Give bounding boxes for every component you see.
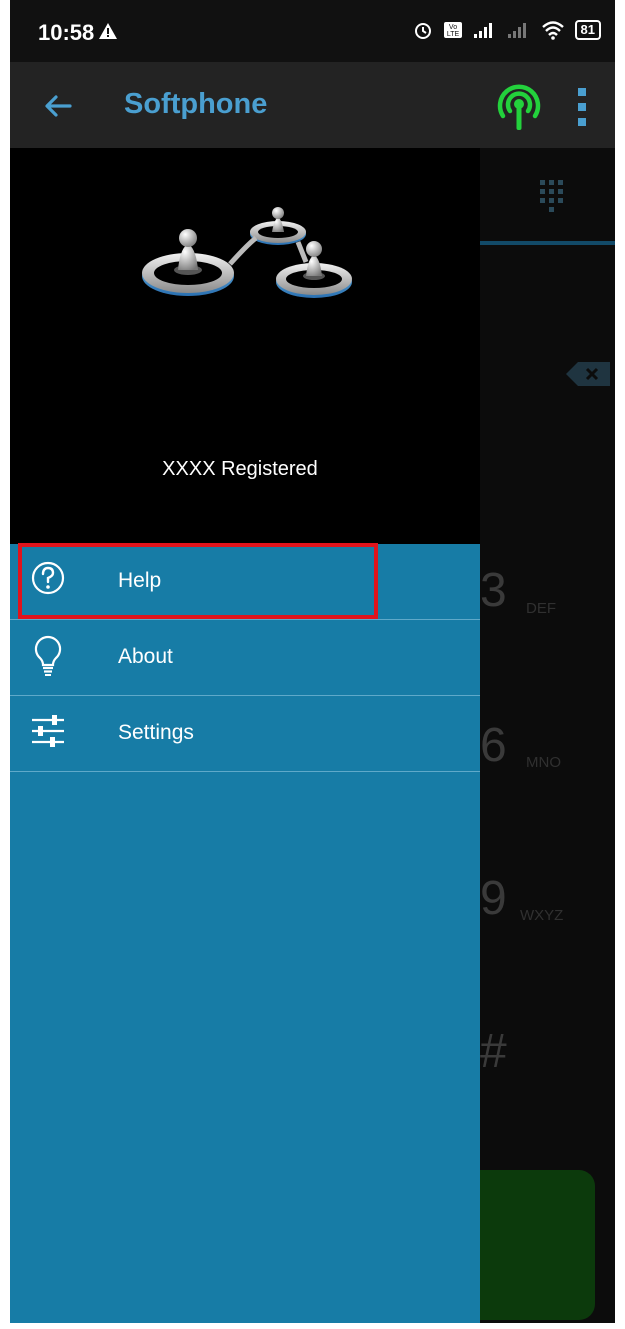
drawer-item-settings[interactable]: Settings [10,696,480,772]
registration-signal-icon[interactable] [492,80,546,134]
app-screen: 10:58 Vo LTE 81 Softphone 3 DEF 6 MNO 9 … [10,0,615,1323]
registration-status: XXXX Registered [162,458,318,480]
drawer-item-about[interactable]: About [10,620,480,696]
status-time: 10:58 [38,20,95,45]
drawer-header: XXXX Registered [10,148,480,544]
dial-key-9-digit: 9 [480,872,507,925]
dial-key-3-letters: DEF [526,600,556,617]
alarm-icon [414,23,431,39]
navigation-drawer: XXXX Registered Help About Settings [10,148,480,1323]
status-bar: 10:58 Vo LTE 81 [10,0,615,62]
app-title: Softphone [124,88,268,120]
overflow-menu-icon[interactable] [570,84,596,130]
volte-icon: Vo LTE [443,22,462,38]
dialpad-tab-indicator [480,241,615,245]
app-logo [142,207,352,298]
status-icons: Vo LTE 81 [413,20,601,40]
lightbulb-icon [34,635,62,676]
cell-signal-2-icon [507,23,526,38]
back-arrow-icon[interactable] [38,86,78,126]
call-button [480,1170,595,1320]
dial-key-6-letters: MNO [526,754,561,771]
drawer-item-about-label: About [118,645,173,668]
cell-signal-icon [473,23,492,38]
sliders-icon [32,715,64,747]
app-bar: Softphone [10,62,615,148]
dial-key-hash-digit: # [480,1025,507,1078]
warning-icon [99,23,117,39]
dialer-background: 3 DEF 6 MNO 9 WXYZ # [480,148,615,1323]
dial-key-9-letters: WXYZ [520,907,564,924]
svg-text:LTE: LTE [446,31,459,38]
wifi-icon [541,21,564,40]
dial-key-6-digit: 6 [480,719,507,772]
backspace-icon [566,362,610,386]
drawer-item-settings-label: Settings [118,721,194,744]
battery-icon: 81 [574,20,601,40]
settings-highlight-box [18,543,378,619]
svg-text:Vo: Vo [448,24,456,31]
dialpad-icon [540,180,563,212]
dial-key-3-digit: 3 [480,564,507,617]
